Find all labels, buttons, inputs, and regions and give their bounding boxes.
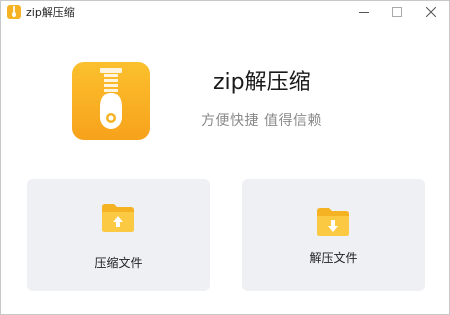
compress-files-label: 压缩文件	[94, 256, 143, 270]
extract-files-button[interactable]: 解压文件	[242, 179, 425, 291]
close-button[interactable]	[414, 1, 448, 23]
maximize-icon	[392, 7, 402, 17]
folder-download-icon	[317, 208, 349, 236]
minimize-icon	[359, 12, 369, 13]
extract-files-label: 解压文件	[309, 251, 358, 265]
compress-files-button[interactable]: 压缩文件	[27, 179, 210, 291]
title-bar: zip解压缩	[1, 1, 449, 25]
folder-upload-icon	[102, 204, 134, 232]
minimize-button[interactable]	[347, 1, 381, 23]
close-icon	[426, 7, 436, 17]
app-name: zip解压缩	[213, 70, 311, 95]
zip-archive-icon	[72, 62, 150, 140]
window-title: zip解压缩	[26, 6, 75, 19]
app-icon	[7, 5, 21, 19]
tagline: 方便快捷 值得信赖	[201, 113, 322, 129]
maximize-button[interactable]	[380, 1, 414, 23]
